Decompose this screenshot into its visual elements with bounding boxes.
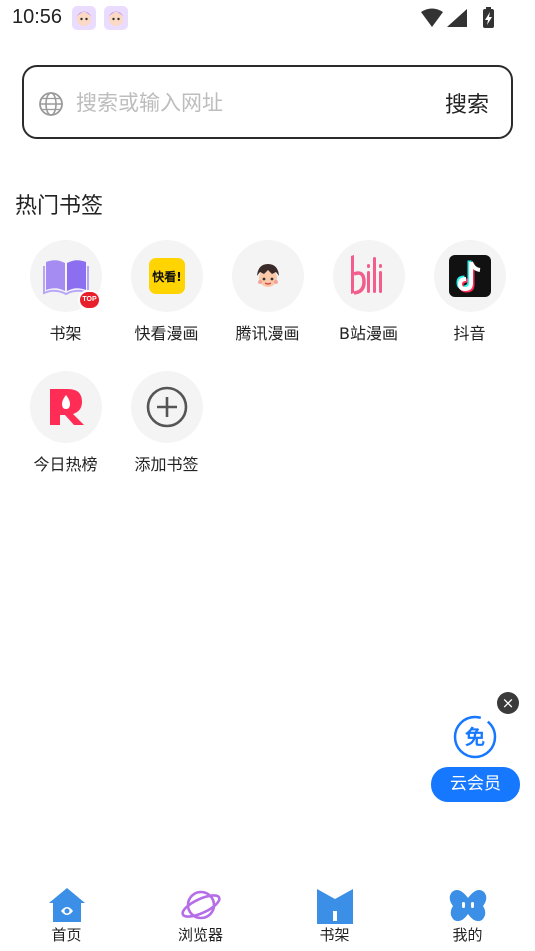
- notification-avatar-icon: [72, 6, 96, 30]
- bookmark-hot-list[interactable]: 今日热榜: [15, 371, 116, 481]
- planet-icon: [181, 890, 221, 920]
- search-input[interactable]: [76, 87, 376, 119]
- cloud-vip-button[interactable]: 云会员: [431, 767, 520, 802]
- status-bar: 10:56: [0, 0, 535, 36]
- bookmark-label: 书架: [49, 324, 82, 343]
- bottom-nav: 首页 浏览器 书架 我的: [0, 876, 535, 951]
- bookmark-icon-container: [333, 240, 405, 312]
- bookmark-label: 今日热榜: [33, 455, 98, 474]
- bookmark-label: 抖音: [453, 324, 486, 343]
- bookmark-icon-container: [434, 240, 506, 312]
- bookmark-label: 腾讯漫画: [235, 324, 300, 343]
- section-title-hot-bookmarks: 热门书签: [15, 194, 104, 219]
- bookmark-label: B站漫画: [339, 324, 398, 343]
- bilibili-logo-icon: [351, 255, 382, 295]
- bookshelf-icon: [317, 889, 353, 924]
- kuaikan-logo-text: 快看!: [152, 269, 181, 284]
- bookmark-label: 添加书签: [134, 455, 199, 474]
- nav-label: 我的: [452, 926, 483, 944]
- butterfly-icon: [449, 890, 487, 922]
- bookmark-icon-container: [131, 371, 203, 443]
- nav-item-home[interactable]: 首页: [0, 876, 133, 951]
- free-badge-icon[interactable]: 免: [452, 714, 498, 760]
- wifi-icon: [421, 8, 443, 27]
- search-bar[interactable]: 搜索: [22, 65, 513, 139]
- signal-icon: [447, 9, 467, 27]
- nav-label: 浏览器: [177, 926, 223, 944]
- nav-label: 首页: [51, 926, 82, 944]
- bookmark-icon-container: [232, 240, 304, 312]
- free-badge-text: 免: [465, 725, 485, 749]
- bookmark-add[interactable]: 添加书签: [116, 371, 217, 481]
- globe-icon: [39, 92, 63, 116]
- top-badge: TOP: [78, 290, 101, 310]
- add-circle-icon: [146, 386, 188, 428]
- notification-avatar-icon: [104, 6, 128, 30]
- bookmark-icon-container: 快看!: [131, 240, 203, 312]
- bookmark-icon-container: [30, 371, 102, 443]
- tencent-comic-logo-icon: [257, 264, 279, 287]
- nav-item-bookshelf[interactable]: 书架: [268, 876, 401, 951]
- bookmark-kuaikan[interactable]: 快看! 快看漫画: [116, 240, 217, 350]
- bookmark-tencent-comic[interactable]: 腾讯漫画: [217, 240, 318, 350]
- kuaikan-logo-icon: 快看!: [149, 258, 185, 294]
- home-icon: [49, 888, 85, 922]
- bookmark-bilibili-comic[interactable]: B站漫画: [318, 240, 419, 350]
- bookmark-label: 快看漫画: [134, 324, 199, 343]
- search-button[interactable]: 搜索: [445, 87, 489, 119]
- system-status-icons: [421, 7, 494, 28]
- nav-label: 书架: [319, 926, 350, 944]
- douyin-logo-icon: [449, 255, 491, 297]
- status-time: 10:56: [12, 6, 63, 28]
- bookmark-bookshelf[interactable]: TOP 书架: [15, 240, 116, 350]
- bookmark-douyin[interactable]: 抖音: [419, 240, 520, 350]
- hot-list-logo-icon: [50, 389, 84, 425]
- nav-item-browser[interactable]: 浏览器: [134, 876, 267, 951]
- nav-item-mine[interactable]: 我的: [401, 876, 534, 951]
- close-icon[interactable]: ×: [497, 692, 519, 714]
